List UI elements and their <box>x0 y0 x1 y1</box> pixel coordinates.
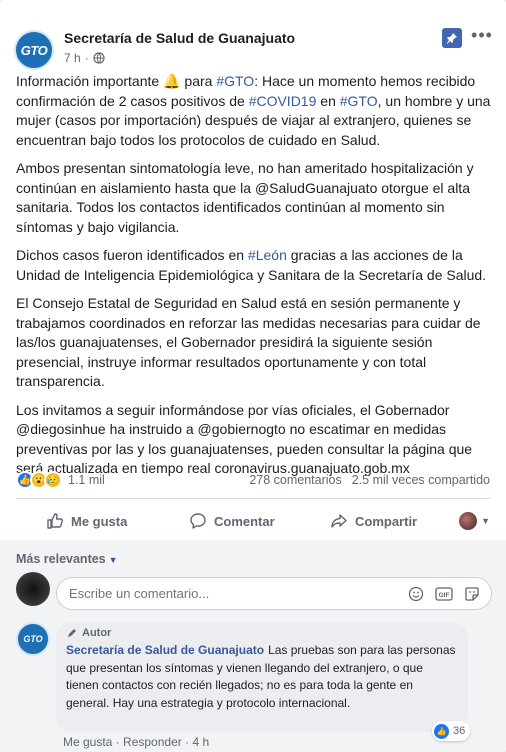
shares-count[interactable]: 2.5 mil veces compartido <box>352 473 490 487</box>
text: para <box>180 73 217 89</box>
post-time[interactable]: 7 h <box>64 51 81 65</box>
share-button[interactable]: Compartir <box>330 512 417 530</box>
hashtag-link[interactable]: #COVID19 <box>249 93 317 109</box>
text: Información importante <box>16 73 164 89</box>
share-label: Compartir <box>355 513 418 529</box>
comment-reaction-count[interactable]: 👍 36 <box>432 721 471 741</box>
post-paragraph-4: El Consejo Estatal de Seguridad en Salud… <box>16 295 481 389</box>
post-paragraph-5: Los invitamos a seguir informándose por … <box>16 401 473 477</box>
comment-actions: Me gusta · Responder · 4 h <box>63 735 209 749</box>
more-options-icon[interactable]: ••• <box>470 26 494 48</box>
separator-dot: · <box>84 51 89 65</box>
sad-reaction-icon: 😥 <box>44 471 62 489</box>
page-avatar[interactable]: GTO <box>14 30 54 70</box>
post-paragraph-3: Dichos casos fueron identificados en #Le… <box>16 246 494 285</box>
post-as-selector[interactable]: ▼ <box>459 512 490 530</box>
sticker-icon[interactable] <box>463 585 481 603</box>
post-body: Información importante 🔔 para #GTO: Hace… <box>16 72 494 488</box>
commenter-avatar[interactable]: GTO <box>16 622 50 656</box>
text: en <box>316 92 340 109</box>
comment-input-box[interactable]: GIF <box>56 577 492 610</box>
comment-time[interactable]: 4 h <box>192 735 209 749</box>
gif-icon[interactable]: GIF <box>435 585 453 603</box>
separator-dot: · <box>115 735 124 749</box>
caret-down-icon: ▼ <box>108 555 118 565</box>
emoji-icon[interactable] <box>407 585 425 603</box>
profile-avatar <box>459 512 478 530</box>
post-actions: Me gusta Comentar Compartir ▼ <box>16 506 490 536</box>
comment-like-button[interactable]: Me gusta <box>63 735 112 749</box>
like-label: Me gusta <box>71 513 128 529</box>
sort-label: Más relevantes <box>16 552 106 566</box>
comment-input-tools: GIF <box>407 585 481 603</box>
avatar-logo-text: GTO <box>23 634 43 644</box>
divider <box>16 498 490 499</box>
comments-section: Más relevantes▼ GIF GTO Autor <box>0 540 506 752</box>
comment-reply-button[interactable]: Responder <box>123 735 182 749</box>
gif-label: GIF <box>439 592 450 599</box>
post-card: GTO Secretaría de Salud de Guanajuato 7 … <box>0 0 506 752</box>
comment-label: Comentar <box>214 513 275 529</box>
post-paragraph-1: Información importante 🔔 para #GTO: Hace… <box>16 72 494 150</box>
comment-icon <box>190 513 206 529</box>
comment-author-link[interactable]: Secretaría de Salud de Guanajuato <box>66 643 264 657</box>
post-meta: 7 h · <box>64 51 105 65</box>
comment-sort-dropdown[interactable]: Más relevantes ▼ <box>16 552 118 566</box>
globe-icon <box>93 52 105 64</box>
thumbs-up-icon <box>47 513 63 529</box>
badge-label: Autor <box>82 627 112 639</box>
post-paragraph-2: Ambos presentan sintomatología leve, no … <box>16 160 474 235</box>
like-reaction-icon: 👍 <box>434 723 449 739</box>
pin-icon[interactable] <box>442 28 462 48</box>
hashtag-link[interactable]: #León <box>248 247 287 263</box>
share-icon <box>331 514 347 528</box>
comments-count[interactable]: 278 comentarios <box>249 473 341 487</box>
hashtag-link[interactable]: #GTO <box>216 73 254 89</box>
avatar-logo-text: GTO <box>20 42 48 58</box>
author-badge: Autor <box>66 627 111 639</box>
current-user-avatar <box>16 572 50 606</box>
hashtag-link[interactable]: #GTO <box>340 93 378 109</box>
comment-text: Secretaría de Salud de Guanajuato Las pru… <box>66 642 456 712</box>
post-header: GTO Secretaría de Salud de Guanajuato 7 … <box>12 14 494 74</box>
comment-likes-count: 36 <box>453 725 466 737</box>
bell-emoji-icon: 🔔 <box>163 73 181 89</box>
reactions-summary: 👍 😮 😥 1.1 mil 278 comentarios 2.5 mil ve… <box>16 469 490 491</box>
page-name-link[interactable]: Secretaría de Salud de Guanajuato <box>64 30 295 46</box>
caret-down-icon: ▼ <box>481 516 490 526</box>
reaction-icons[interactable]: 👍 😮 😥 <box>16 471 62 489</box>
text: Dichos casos fueron identificados en <box>16 247 248 263</box>
pencil-icon <box>68 629 76 637</box>
engagement-counts: 278 comentarios 2.5 mil veces compartido <box>249 473 490 487</box>
comment-button[interactable]: Comentar <box>189 512 275 530</box>
comment-input[interactable] <box>69 578 369 609</box>
reaction-count[interactable]: 1.1 mil <box>68 473 105 487</box>
like-button[interactable]: Me gusta <box>46 512 127 530</box>
